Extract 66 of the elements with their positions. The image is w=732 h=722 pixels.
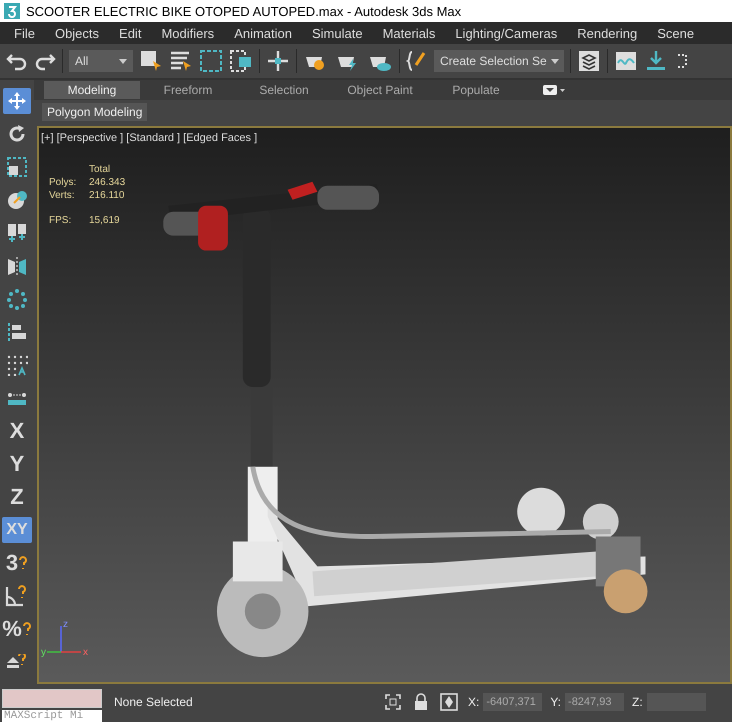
percent-snap-button[interactable]: % [2,616,32,642]
menu-item[interactable]: Objects [44,26,110,40]
stat-label: Verts: [49,190,76,201]
coordinate-label: X: [468,695,480,709]
place-icon [6,189,28,211]
stat-value: 216.110 [89,190,126,201]
axis-label: y [41,648,46,658]
curve-editor-icon[interactable] [614,49,638,73]
menu-item[interactable]: Lighting/Cameras [445,26,568,40]
ribbon-tab[interactable]: Modeling [44,81,140,99]
menu-item[interactable]: Edit [109,26,152,40]
spacing-icon [6,354,28,376]
ribbon-options-icon[interactable] [542,84,566,96]
window-crossing-icon[interactable] [229,49,253,73]
align-icon [6,321,28,343]
menu-item[interactable]: Animation [224,26,302,40]
menu-item[interactable]: Rendering [567,26,648,40]
axis-label: x [83,648,88,658]
region-select-icon[interactable] [199,49,223,73]
menu-item[interactable]: File [4,26,45,40]
axis-constraint-button[interactable]: Y [2,451,32,477]
viewport-label[interactable]: [+] [Perspective ] [Standard ] [Edged Faces ] [41,132,258,144]
array-icon [6,288,28,310]
download-icon[interactable] [644,49,668,73]
selection-filter-dropdown[interactable]: All [69,50,133,72]
undo-icon[interactable] [6,51,28,71]
move-tool-button[interactable] [3,88,31,114]
ribbon-panel-tab[interactable]: Polygon Modeling [42,103,148,121]
maxscript-listener-field[interactable] [2,689,102,708]
move-icon [6,90,28,112]
menu-item[interactable]: Modifiers [151,26,224,40]
menu-item[interactable]: Materials [372,26,446,40]
redo-icon[interactable] [34,51,56,71]
axis-constraint-button[interactable]: Z [2,484,32,510]
stat-value: 15,619 [89,215,121,226]
stats-header: Total [89,164,112,175]
lock-icon[interactable] [414,693,428,711]
axis-label: z [63,620,68,630]
isolate-icon[interactable] [384,693,402,711]
pivot-icon [6,222,28,244]
stat-label: FPS: [49,215,72,226]
transform-mode-icon[interactable] [440,693,458,711]
coordinate-label: Z: [632,695,643,709]
menu-item[interactable]: Simulate [302,26,373,40]
stat-value: 246.343 [89,177,126,188]
window-title: SCOOTER ELECTRIC BIKE OTOPED AUTOPED.max - Autodesk 3ds Max [26,4,462,18]
snap-toggle-button[interactable]: 3 [2,550,32,576]
ribbon-tab[interactable]: Selection [236,81,332,99]
axis-constraint-button[interactable]: X [2,418,32,444]
stat-label: Polys: [49,177,78,188]
scale-icon [6,156,28,178]
question-mark-icon [22,622,32,636]
ribbon-tab[interactable]: Populate [428,81,524,99]
selection-status: None Selected [114,695,194,711]
selection-set-dropdown[interactable]: Create Selection Se [434,50,564,72]
select-object-icon[interactable] [139,49,163,73]
move-icon[interactable] [266,49,290,73]
ribbon-tab[interactable]: Freeform [140,81,236,99]
question-mark-icon [18,556,28,570]
script-edit-icon[interactable] [406,49,428,73]
mirror-icon [6,255,28,277]
menu-item[interactable]: Scene [647,26,704,40]
select-by-name-icon[interactable] [169,49,193,73]
layers-icon[interactable] [577,49,601,73]
ribbon-tab[interactable]: Object Paint [332,81,428,99]
coordinate-label: Y: [550,695,562,709]
